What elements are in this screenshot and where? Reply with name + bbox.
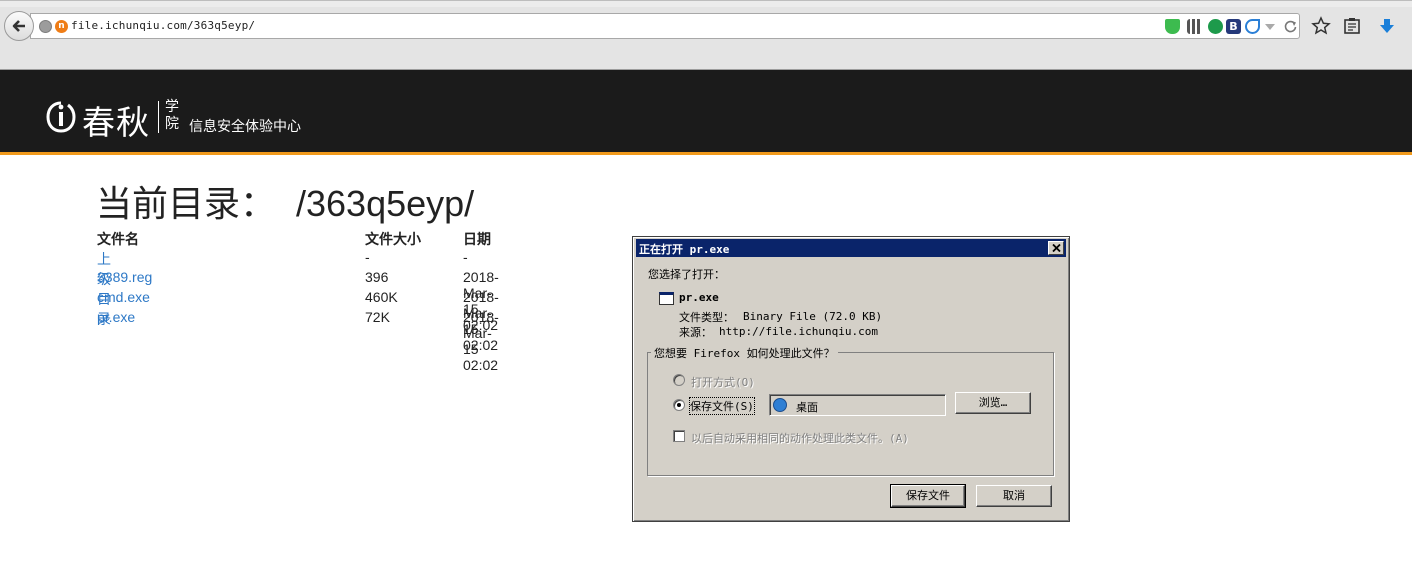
address-bar[interactable]: n file.ichunqiu.com/363q5eyp/ B xyxy=(30,13,1300,39)
downloads-button[interactable] xyxy=(1376,15,1398,37)
file-name: pr.exe xyxy=(679,291,719,304)
file-source-label: 来源： xyxy=(679,326,712,339)
close-icon xyxy=(1051,244,1061,252)
file-source-value: http://file.ichunqiu.com xyxy=(719,325,878,338)
save-folder-field[interactable]: 桌面 xyxy=(769,394,946,416)
file-size: 396 xyxy=(365,269,389,285)
green-g-icon[interactable] xyxy=(1208,19,1223,34)
save-file-radio-label: 保存文件(S) xyxy=(689,397,755,415)
auto-action-checkbox[interactable] xyxy=(673,430,685,442)
application-file-icon xyxy=(659,292,674,305)
logo-divider xyxy=(158,101,159,133)
globe-icon xyxy=(39,20,52,33)
file-size: - xyxy=(365,249,370,265)
clipboard-icon xyxy=(1344,18,1360,34)
open-file-dialog: 正在打开 pr.exe 您选择了打开： pr.exe 文件类型： Binary … xyxy=(632,236,1070,522)
column-header-name: 文件名 xyxy=(97,231,139,247)
action-group-label: 您想要 Firefox 如何处理此文件？ xyxy=(651,345,838,361)
site-header: 春秋 学院 信息安全体验中心 xyxy=(0,70,1412,155)
file-date: - xyxy=(463,249,468,265)
save-folder-value: 桌面 xyxy=(796,401,818,414)
star-icon xyxy=(1311,16,1331,35)
qr-code-icon[interactable] xyxy=(1187,19,1202,34)
file-type-label: 文件类型： xyxy=(679,311,734,324)
shield-icon[interactable] xyxy=(1165,19,1180,34)
dialog-title: 正在打开 pr.exe xyxy=(639,243,730,256)
file-link-3389-reg[interactable]: 3389.reg xyxy=(97,269,152,285)
header-accent-line xyxy=(0,152,1412,155)
file-type-value: Binary File (72.0 KB) xyxy=(743,310,883,323)
file-link-pr-exe[interactable]: pr.exe xyxy=(97,309,135,325)
back-arrow-icon xyxy=(12,20,25,32)
b-extension-icon[interactable]: B xyxy=(1226,19,1241,34)
ichunqiu-logo-icon xyxy=(46,100,76,138)
back-button[interactable] xyxy=(4,11,34,41)
logo-subtitle: 信息安全体验中心 xyxy=(189,119,301,135)
logo-xueyuan: 学院 xyxy=(165,99,179,132)
url-text[interactable]: file.ichunqiu.com/363q5eyp/ xyxy=(71,19,255,32)
dialog-titlebar[interactable]: 正在打开 pr.exe xyxy=(636,239,1066,257)
tab-strip xyxy=(0,0,1412,7)
file-link-cmd-exe[interactable]: cmd.exe xyxy=(97,289,150,305)
site-favicon: n xyxy=(55,20,68,33)
cancel-button[interactable]: 取消 xyxy=(976,485,1052,507)
browser-toolbar: n file.ichunqiu.com/363q5eyp/ B xyxy=(0,0,1412,70)
wave-icon[interactable] xyxy=(1245,19,1260,34)
reload-icon[interactable] xyxy=(1283,19,1298,34)
column-header-date: 日期 xyxy=(463,231,491,247)
auto-action-label: 以后自动采用相同的动作处理此类文件。(A) xyxy=(691,432,909,445)
chosen-to-open-label: 您选择了打开： xyxy=(648,268,725,281)
column-header-size: 文件大小 xyxy=(365,231,421,247)
open-with-label: 打开方式(O) xyxy=(691,376,755,389)
dialog-close-button[interactable] xyxy=(1048,241,1064,255)
save-file-button[interactable]: 保存文件 xyxy=(890,484,966,508)
download-arrow-icon xyxy=(1380,19,1394,33)
save-file-radio[interactable] xyxy=(673,399,685,411)
reading-list-button[interactable] xyxy=(1341,15,1363,37)
bookmark-star-button[interactable] xyxy=(1310,15,1332,37)
logo-name: 春秋 xyxy=(82,103,150,142)
file-size: 460K xyxy=(365,289,398,305)
file-date: 2018-Mar-15 02:02 xyxy=(463,309,499,373)
open-with-radio[interactable] xyxy=(673,374,685,386)
browse-button[interactable]: 浏览… xyxy=(955,392,1031,414)
page-title: 当前目录： /363q5eyp/ xyxy=(96,183,475,224)
desktop-icon xyxy=(773,398,787,412)
dropdown-arrow-icon[interactable] xyxy=(1265,24,1275,30)
file-size: 72K xyxy=(365,309,390,325)
